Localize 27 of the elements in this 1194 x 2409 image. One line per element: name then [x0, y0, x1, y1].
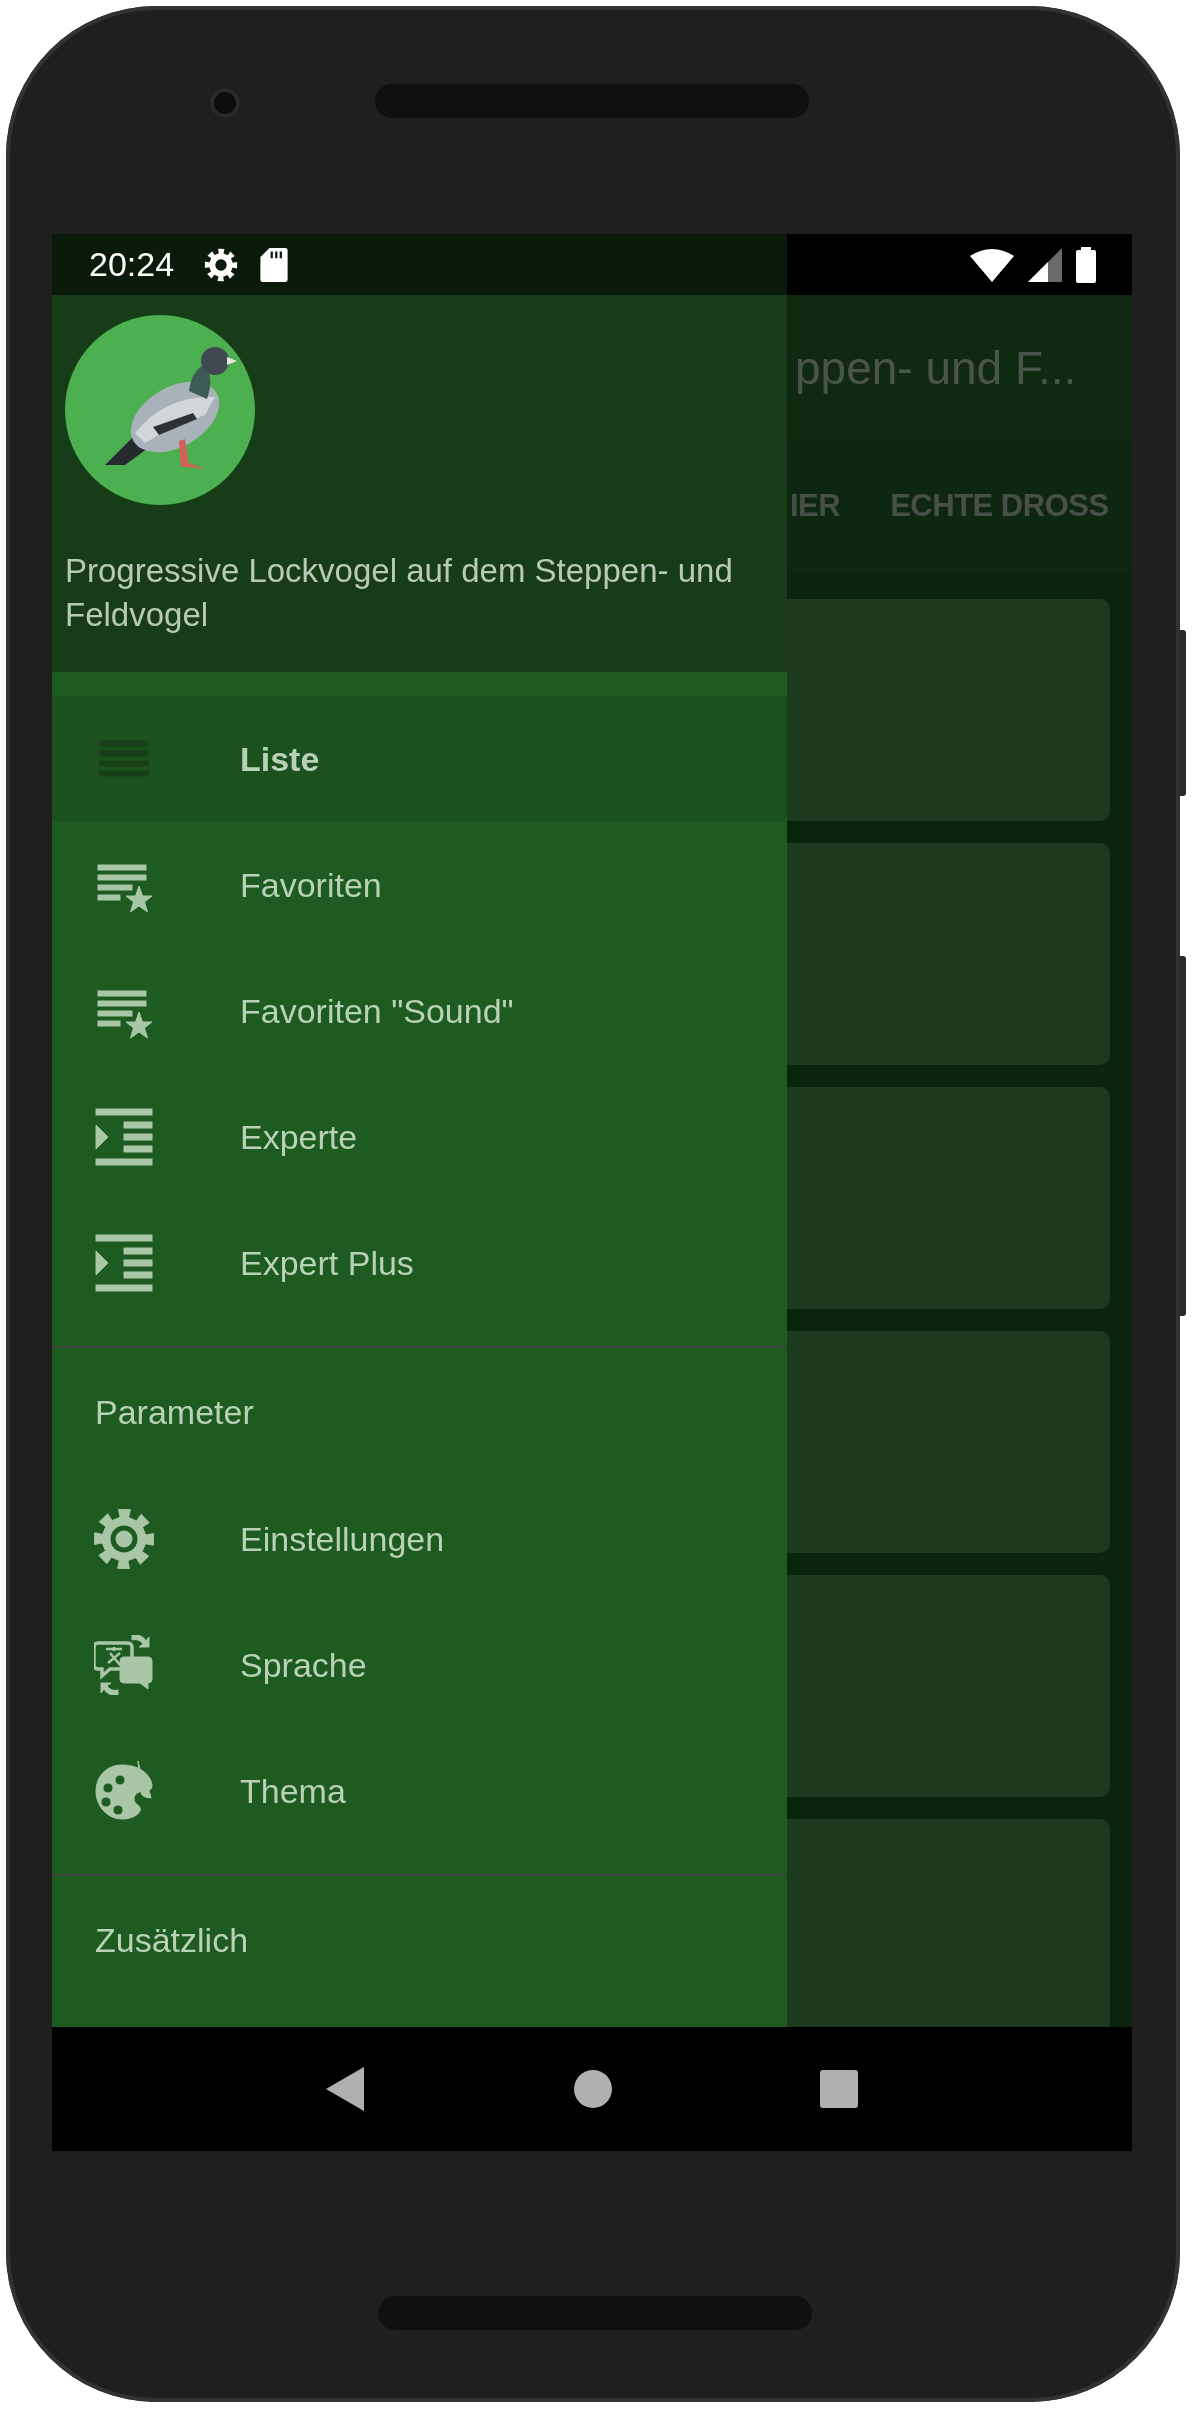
drawer-item[interactable]: Einstellungen — [52, 1476, 787, 1602]
front-camera — [210, 88, 240, 118]
drawer-item[interactable]: Favoriten "Sound" — [52, 948, 787, 1074]
indent-icon — [94, 1233, 154, 1293]
drawer-item[interactable]: Sprache — [52, 1602, 787, 1728]
signal-icon — [1028, 247, 1062, 282]
sd-card-icon — [260, 247, 289, 282]
drawer-item[interactable]: Favoriten — [52, 822, 787, 948]
section-header: Parameter — [94, 1391, 255, 1433]
speech-bubbles-icon — [94, 1635, 154, 1695]
indent-icon — [94, 1107, 154, 1167]
battery-icon — [1076, 246, 1096, 283]
drawer-item[interactable]: Expert Plus — [52, 1200, 787, 1326]
settings-icon — [94, 1509, 154, 1569]
recents-icon[interactable] — [820, 2070, 859, 2108]
app-title: ppen- und F... — [795, 340, 1077, 395]
drawer-item[interactable]: Experte — [52, 1074, 787, 1200]
back-icon[interactable] — [325, 2067, 366, 2111]
clock: 20:24 — [89, 245, 175, 284]
drawer-item[interactable]: Thema — [52, 1728, 787, 1854]
settings-icon — [204, 247, 239, 282]
drawer-item[interactable]: Liste — [52, 696, 787, 822]
home-icon[interactable] — [573, 2069, 613, 2109]
wifi-icon — [970, 247, 1014, 282]
drawer-subtitle: Progressive Lockvogel auf dem Steppen- und Feldvogel — [65, 551, 734, 635]
palette-icon — [94, 1761, 154, 1821]
section-header: Zusätzlich — [94, 1919, 250, 1961]
